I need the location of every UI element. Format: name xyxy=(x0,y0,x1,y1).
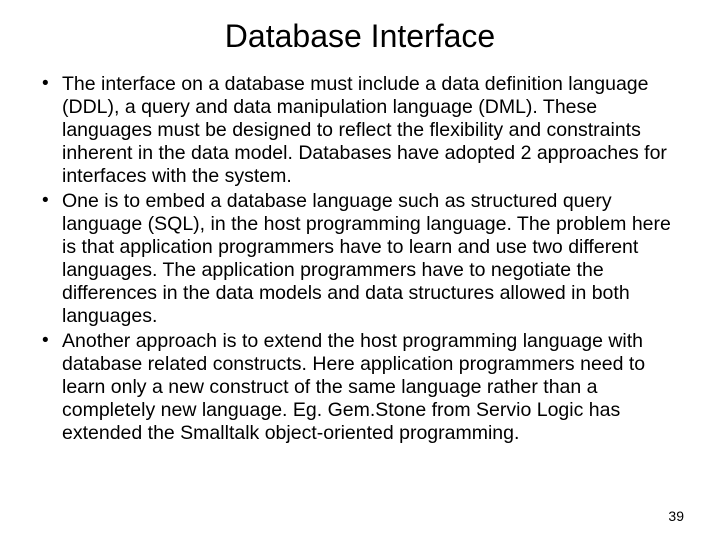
page-number: 39 xyxy=(668,508,684,524)
list-item: Another approach is to extend the host p… xyxy=(36,330,684,445)
slide-title: Database Interface xyxy=(36,18,684,55)
list-item: One is to embed a database language such… xyxy=(36,190,684,328)
bullet-list: The interface on a database must include… xyxy=(36,73,684,445)
list-item: The interface on a database must include… xyxy=(36,73,684,188)
